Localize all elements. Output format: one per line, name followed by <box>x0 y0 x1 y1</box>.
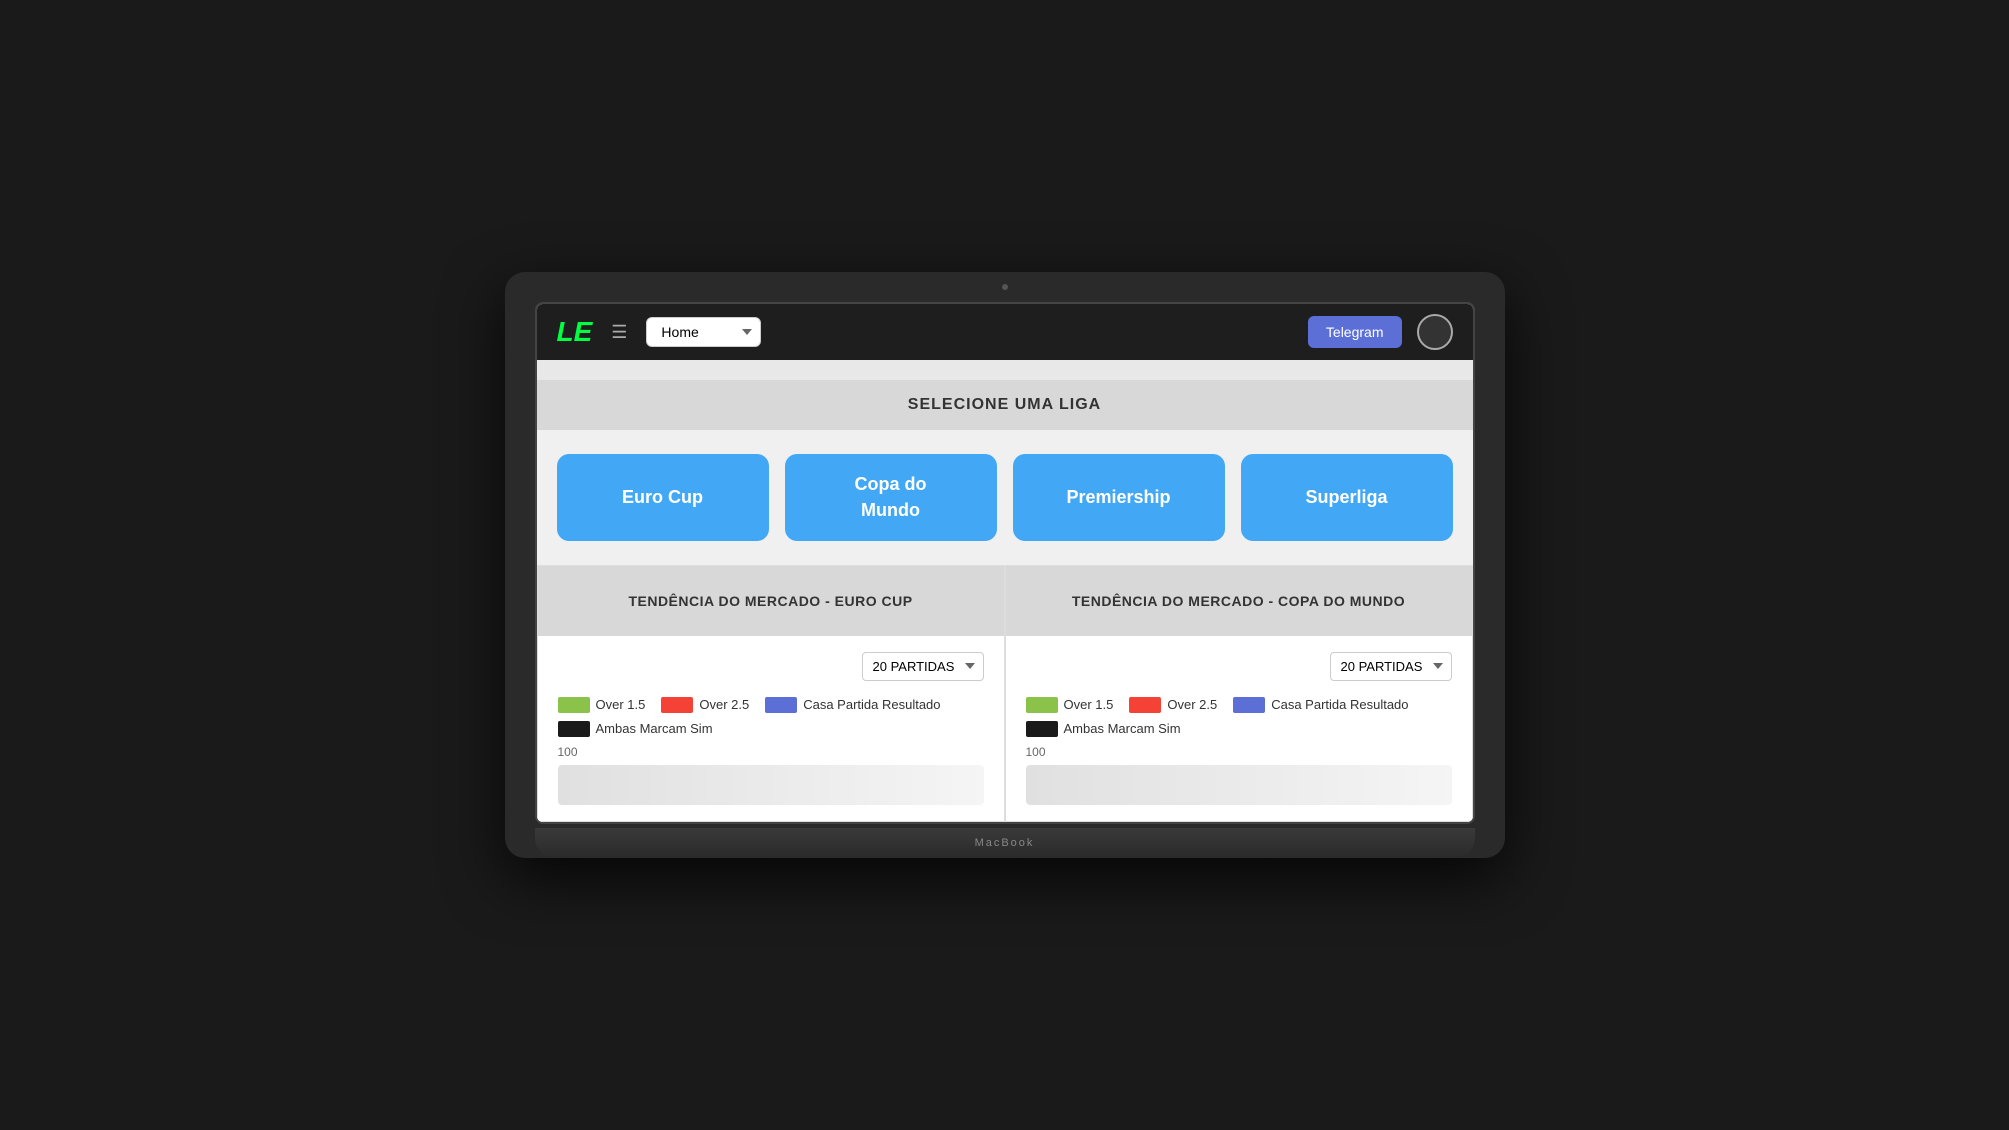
legend-over15-1: Over 1.5 <box>558 697 646 713</box>
legend-over25-1: Over 2.5 <box>661 697 749 713</box>
superliga-button[interactable]: Superliga <box>1241 454 1453 540</box>
legend-casa-1: Casa Partida Resultado <box>765 697 940 713</box>
euro-cup-panel-header: TENDÊNCIA DO MERCADO - EURO CUP <box>538 566 1004 636</box>
euro-cup-panel-title: TENDÊNCIA DO MERCADO - EURO CUP <box>628 593 912 609</box>
legend-over25-2: Over 2.5 <box>1129 697 1217 713</box>
euro-cup-panel: TENDÊNCIA DO MERCADO - EURO CUP 10 PARTI… <box>537 565 1005 822</box>
laptop-screen: LE ☰ Home Partidas Resultados Telegram S… <box>535 302 1475 823</box>
legend-label-over25-1: Over 2.5 <box>699 697 749 712</box>
legend-color-ambas-2 <box>1026 721 1058 737</box>
euro-cup-panel-body: 10 PARTIDAS 20 PARTIDAS 30 PARTIDAS Over… <box>538 636 1004 821</box>
copa-mundo-panel: TENDÊNCIA DO MERCADO - COPA DO MUNDO 10 … <box>1005 565 1473 822</box>
legend-ambas-2: Ambas Marcam Sim <box>1026 721 1181 737</box>
legend-color-over25-2 <box>1129 697 1161 713</box>
select-liga-title: SELECIONE UMA LIGA <box>908 396 1101 413</box>
legend-label-over25-2: Over 2.5 <box>1167 697 1217 712</box>
macbook-label: MacBook <box>975 837 1035 849</box>
laptop-shell: LE ☰ Home Partidas Resultados Telegram S… <box>505 272 1505 857</box>
avatar[interactable] <box>1417 314 1453 350</box>
market-panels: TENDÊNCIA DO MERCADO - EURO CUP 10 PARTI… <box>537 565 1473 822</box>
hamburger-icon[interactable]: ☰ <box>607 318 631 347</box>
legend-label-casa-1: Casa Partida Resultado <box>803 697 940 712</box>
legend-label-casa-2: Casa Partida Resultado <box>1271 697 1408 712</box>
legend-label-ambas-2: Ambas Marcam Sim <box>1064 721 1181 736</box>
legend-color-over15-1 <box>558 697 590 713</box>
premiership-button[interactable]: Premiership <box>1013 454 1225 540</box>
chart-axis-value-2: 100 <box>1026 745 1046 759</box>
app-content: SELECIONE UMA LIGA Euro Cup Copa doMundo… <box>537 360 1473 821</box>
copa-do-mundo-button[interactable]: Copa doMundo <box>785 454 997 540</box>
partidas-select-row-1: 10 PARTIDAS 20 PARTIDAS 30 PARTIDAS <box>558 652 984 681</box>
partidas-select-1[interactable]: 10 PARTIDAS 20 PARTIDAS 30 PARTIDAS <box>862 652 984 681</box>
laptop-base: MacBook <box>535 828 1475 858</box>
copa-mundo-panel-body: 10 PARTIDAS 20 PARTIDAS 30 PARTIDAS Over… <box>1006 636 1472 821</box>
home-select[interactable]: Home Partidas Resultados <box>646 317 761 347</box>
chart-axis-1: 100 <box>558 745 984 759</box>
chart-axis-value-1: 100 <box>558 745 578 759</box>
copa-mundo-legend: Over 1.5 Over 2.5 Casa Partida Resultado <box>1026 697 1452 737</box>
chart-placeholder-1 <box>558 765 984 805</box>
legend-label-over15-1: Over 1.5 <box>596 697 646 712</box>
legend-color-over15-2 <box>1026 697 1058 713</box>
select-liga-section: SELECIONE UMA LIGA <box>537 380 1473 430</box>
legend-casa-2: Casa Partida Resultado <box>1233 697 1408 713</box>
camera-dot <box>1002 284 1008 290</box>
legend-color-over25-1 <box>661 697 693 713</box>
banner-area <box>537 360 1473 380</box>
partidas-select-row-2: 10 PARTIDAS 20 PARTIDAS 30 PARTIDAS <box>1026 652 1452 681</box>
app-header: LE ☰ Home Partidas Resultados Telegram <box>537 304 1473 360</box>
legend-label-over15-2: Over 1.5 <box>1064 697 1114 712</box>
legend-color-ambas-1 <box>558 721 590 737</box>
chart-axis-2: 100 <box>1026 745 1452 759</box>
legend-label-ambas-1: Ambas Marcam Sim <box>596 721 713 736</box>
euro-cup-legend: Over 1.5 Over 2.5 Casa Partida Resultado <box>558 697 984 737</box>
legend-color-casa-1 <box>765 697 797 713</box>
telegram-button[interactable]: Telegram <box>1308 316 1402 348</box>
legend-color-casa-2 <box>1233 697 1265 713</box>
chart-placeholder-2 <box>1026 765 1452 805</box>
app-logo: LE <box>557 318 593 346</box>
copa-mundo-panel-title: TENDÊNCIA DO MERCADO - COPA DO MUNDO <box>1072 593 1405 609</box>
euro-cup-button[interactable]: Euro Cup <box>557 454 769 540</box>
legend-ambas-1: Ambas Marcam Sim <box>558 721 713 737</box>
copa-mundo-panel-header: TENDÊNCIA DO MERCADO - COPA DO MUNDO <box>1006 566 1472 636</box>
partidas-select-2[interactable]: 10 PARTIDAS 20 PARTIDAS 30 PARTIDAS <box>1330 652 1452 681</box>
legend-over15-2: Over 1.5 <box>1026 697 1114 713</box>
league-buttons-container: Euro Cup Copa doMundo Premiership Superl… <box>537 430 1473 564</box>
